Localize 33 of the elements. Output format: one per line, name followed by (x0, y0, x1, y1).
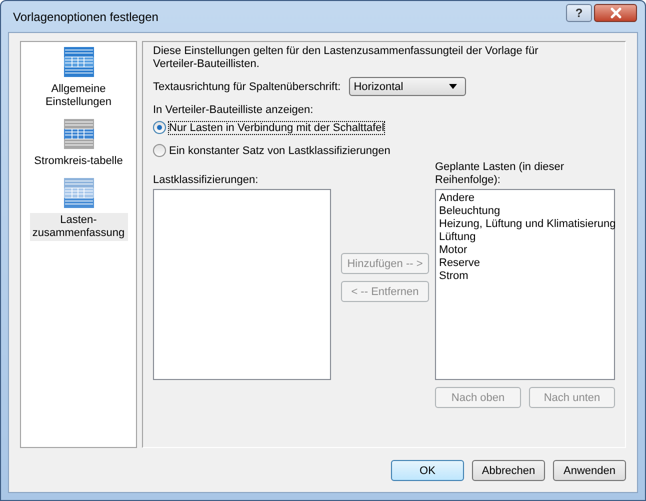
dialog-button[interactable]: OK (391, 460, 464, 481)
close-button[interactable] (594, 4, 637, 22)
orientation-label: Textausrichtung für Spaltenüberschrift: (153, 80, 341, 92)
radio-option[interactable]: Ein konstanter Satz von Lastklassifizierungen (153, 143, 615, 158)
sidebar-item[interactable]: Stromkreis-tabelle (30, 118, 128, 169)
sidebar-item[interactable]: Allgemeine Einstellungen (30, 46, 128, 110)
list-item[interactable]: Lüftung (439, 231, 611, 244)
radio-button[interactable] (153, 121, 166, 134)
dropdown-arrow-icon (448, 84, 457, 89)
dialog-button[interactable]: Anwenden (553, 460, 626, 481)
table-icon (62, 177, 94, 209)
list-item[interactable]: Beleuchtung (439, 205, 611, 218)
sidebar-item[interactable]: Lasten-zusammenfassung (30, 177, 128, 241)
list-item[interactable]: Motor (439, 244, 611, 257)
dialog-button[interactable]: Abbrechen (472, 460, 545, 481)
radio-button[interactable] (153, 144, 166, 157)
list-item[interactable]: Strom (439, 270, 611, 283)
classifications-label: Lastklassifizierungen: (153, 173, 260, 188)
sidebar-label: Lasten-zusammenfassung (30, 213, 128, 241)
list-item[interactable]: Andere (439, 192, 611, 205)
sidebar-label: Stromkreis-tabelle (33, 154, 124, 169)
classifications-list[interactable] (153, 189, 331, 380)
sidebar-label: Allgemeine Einstellungen (44, 82, 113, 110)
description-text: Diese Einstellungen gelten für den Lastenzusammenfassungteil der Vorlage für Verteiler-Bauteillisten. (153, 45, 540, 71)
window-title: Vorlagenoptionen festlegen (13, 10, 158, 24)
planned-loads-list[interactable]: Andere Beleuchtung Heizung, Lüftung und Klimatisierung Lüftung Motor Reserve Strom (435, 189, 615, 380)
close-icon (608, 6, 622, 18)
help-button[interactable]: ? (566, 4, 592, 22)
planned-loads-label: Geplante Lasten (in dieser Reihenfolge): (435, 161, 566, 188)
orientation-dropdown[interactable]: Horizontal (348, 77, 466, 96)
display-label: In Verteiler-Bauteilliste anzeigen: (153, 104, 314, 116)
list-item[interactable]: Reserve (439, 257, 611, 270)
radio-option[interactable]: Nur Lasten in Verbindung mit der Schalttafel (153, 120, 615, 135)
